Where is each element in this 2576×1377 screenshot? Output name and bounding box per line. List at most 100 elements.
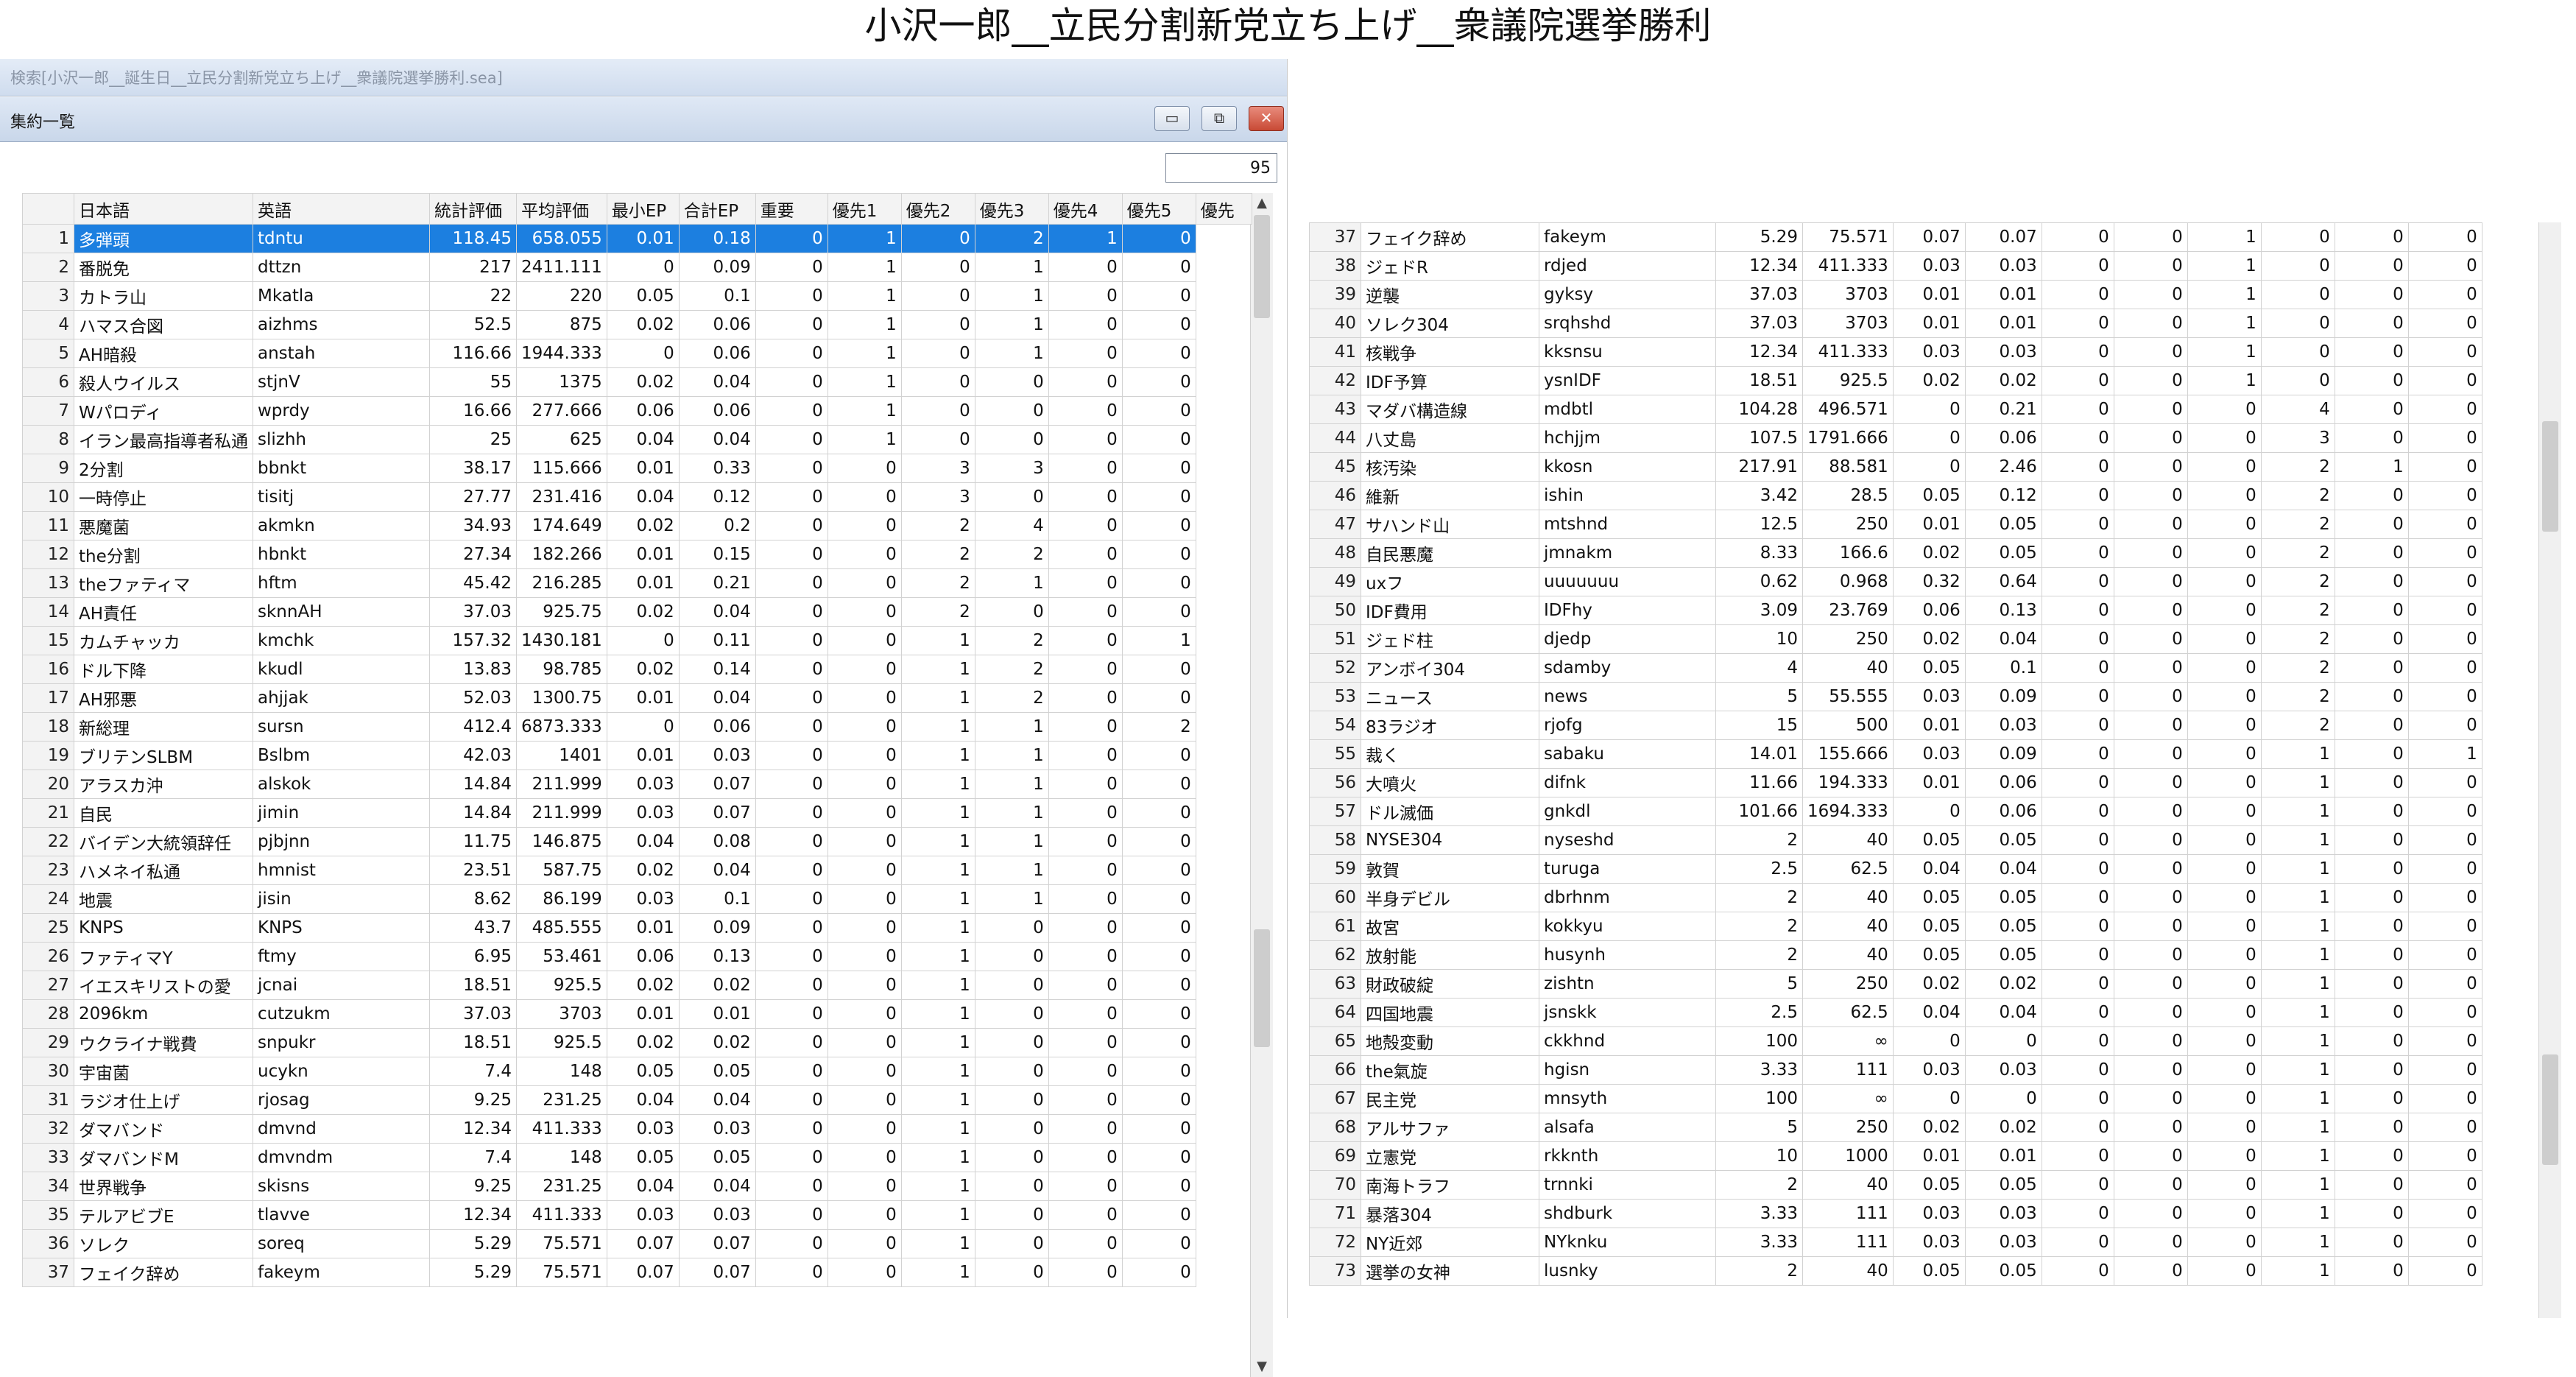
row-number-cell[interactable]: 29 — [22, 1028, 74, 1057]
table-cell[interactable]: 0.06 — [678, 712, 756, 742]
row-number-cell[interactable]: 61 — [1309, 912, 1361, 941]
table-cell[interactable]: バイデン大統領辞任 — [74, 827, 253, 856]
table-row[interactable]: 59 敦賀 turuga 2.5 62.5 0.04 0.04 0 0 0 1 0 0 — [1309, 854, 2483, 884]
table-cell[interactable]: 1300.75 — [516, 683, 607, 713]
table-cell[interactable]: 0 — [1121, 770, 1196, 799]
table-cell[interactable]: NY近郊 — [1361, 1228, 1539, 1257]
table-cell[interactable]: IDFhy — [1539, 596, 1716, 625]
table-cell[interactable]: 0 — [2334, 395, 2409, 424]
table-cell[interactable]: 0.01 — [1892, 1141, 1966, 1171]
table-cell[interactable]: 148 — [516, 1057, 607, 1086]
table-cell[interactable]: 八丈島 — [1361, 423, 1539, 453]
table-cell[interactable]: 0 — [755, 770, 828, 799]
row-number-cell[interactable]: 35 — [22, 1200, 74, 1230]
table-cell[interactable]: anstah — [253, 339, 430, 368]
table-cell[interactable]: 0.02 — [606, 1028, 680, 1057]
table-cell[interactable]: 0 — [974, 1229, 1049, 1258]
row-number-cell[interactable]: 71 — [1309, 1199, 1361, 1228]
table-row[interactable]: 28 2096km cutzukm 37.03 3703 0.01 0.01 0 0 1 0 0 0 — [22, 999, 1252, 1029]
table-cell[interactable]: 0 — [2113, 538, 2188, 568]
table-cell[interactable]: 1 — [974, 568, 1049, 598]
table-cell[interactable]: hmnist — [253, 856, 430, 885]
table-cell[interactable]: 1375 — [516, 367, 607, 397]
table-cell[interactable]: 暴落304 — [1361, 1199, 1539, 1228]
table-cell[interactable]: 62.5 — [1802, 854, 1894, 884]
table-row[interactable]: 44 八丈島 hchjjm 107.5 1791.666 0 0.06 0 0 0 3 0 0 — [1309, 423, 2483, 453]
table-cell[interactable]: 0 — [1048, 884, 1123, 914]
row-number-cell[interactable]: 31 — [22, 1085, 74, 1115]
table-cell[interactable]: 0.04 — [1892, 854, 1966, 884]
table-cell[interactable]: 0 — [1121, 1114, 1196, 1144]
table-cell[interactable]: 0 — [1121, 253, 1196, 282]
column-header[interactable]: 最小EP — [606, 193, 680, 225]
table-cell[interactable]: 0 — [2407, 1199, 2483, 1228]
table-cell[interactable]: 11.75 — [429, 827, 517, 856]
table-cell[interactable]: 0.06 — [678, 396, 756, 426]
table-cell[interactable]: ∞ — [1802, 1026, 1894, 1056]
table-cell[interactable]: 0.04 — [678, 425, 756, 454]
table-cell[interactable]: 7.4 — [429, 1143, 517, 1172]
table-cell[interactable]: 0.04 — [606, 1172, 680, 1201]
table-cell[interactable]: 0 — [2260, 280, 2335, 309]
table-cell[interactable]: 0 — [1892, 452, 1966, 482]
table-cell[interactable]: 核戦争 — [1361, 337, 1539, 367]
table-cell[interactable]: 0.04 — [606, 1085, 680, 1115]
table-cell[interactable]: 宇宙菌 — [74, 1057, 253, 1086]
row-number-cell[interactable]: 8 — [22, 425, 74, 454]
table-cell[interactable]: 0 — [2187, 1141, 2262, 1171]
table-cell[interactable]: 1 — [900, 798, 975, 828]
table-cell[interactable]: difnk — [1539, 768, 1716, 797]
table-cell[interactable]: 5 — [1715, 1113, 1803, 1142]
table-cell[interactable]: 0.01 — [606, 999, 680, 1029]
table-cell[interactable]: 0 — [755, 511, 828, 540]
table-cell[interactable]: 0.05 — [606, 1143, 680, 1172]
table-cell[interactable]: 0 — [974, 1028, 1049, 1057]
row-number-cell[interactable]: 44 — [1309, 423, 1361, 453]
row-number-cell[interactable]: 10 — [22, 482, 74, 512]
table-cell[interactable]: ジェド柱 — [1361, 624, 1539, 654]
table-cell[interactable]: rjofg — [1539, 711, 1716, 740]
table-cell[interactable]: 12.34 — [1715, 337, 1803, 367]
table-cell[interactable]: 3703 — [1802, 309, 1894, 338]
table-cell[interactable]: 0 — [827, 626, 902, 655]
table-row[interactable]: 51 ジェド柱 djedp 10 250 0.02 0.04 0 0 0 2 0 0 — [1309, 624, 2483, 654]
table-cell[interactable]: 自民 — [74, 798, 253, 828]
table-row[interactable]: 50 IDF費用 IDFhy 3.09 23.769 0.06 0.13 0 0 0 2 0 0 — [1309, 596, 2483, 625]
row-number-cell[interactable]: 69 — [1309, 1141, 1361, 1171]
table-cell[interactable]: 0.04 — [678, 367, 756, 397]
table-cell[interactable]: 28.5 — [1802, 481, 1894, 510]
table-cell[interactable]: ウクライナ戦費 — [74, 1028, 253, 1057]
table-cell[interactable]: dbrhnm — [1539, 883, 1716, 912]
table-cell[interactable]: 0.01 — [1892, 768, 1966, 797]
table-cell[interactable]: pjbjnn — [253, 827, 430, 856]
table-cell[interactable]: 0.07 — [1964, 222, 2042, 252]
table-cell[interactable]: 0 — [1048, 1143, 1123, 1172]
table-cell[interactable]: 0 — [2041, 510, 2114, 539]
table-cell[interactable]: 40 — [1802, 825, 1894, 855]
table-cell[interactable]: 0.03 — [678, 741, 756, 770]
table-cell[interactable]: wprdy — [253, 396, 430, 426]
table-cell[interactable]: fakeym — [1539, 222, 1716, 252]
table-cell[interactable]: 0 — [2187, 1113, 2262, 1142]
table-cell[interactable]: 1 — [900, 1057, 975, 1086]
row-number-cell[interactable]: 16 — [22, 655, 74, 684]
table-cell[interactable]: 0.02 — [606, 367, 680, 397]
table-cell[interactable]: 0 — [974, 942, 1049, 971]
table-cell[interactable]: ダマバンド — [74, 1114, 253, 1144]
table-cell[interactable]: 0.05 — [1892, 653, 1966, 683]
table-cell[interactable]: 0.04 — [678, 856, 756, 885]
table-row[interactable]: 18 新総理 sursn 412.4 6873.333 0 0.06 0 0 1 1 0 2 — [22, 712, 1252, 742]
table-cell[interactable]: 核汚染 — [1361, 452, 1539, 482]
table-cell[interactable]: 3 — [900, 482, 975, 512]
table-cell[interactable]: ドル下降 — [74, 655, 253, 684]
table-cell[interactable]: 0.05 — [606, 1057, 680, 1086]
table-cell[interactable]: shdburk — [1539, 1199, 1716, 1228]
table-cell[interactable]: 37.03 — [1715, 280, 1803, 309]
row-number-cell[interactable]: 11 — [22, 511, 74, 540]
table-cell[interactable]: 0 — [1048, 798, 1123, 828]
row-number-cell[interactable]: 36 — [22, 1229, 74, 1258]
table-cell[interactable]: 0 — [2113, 1170, 2188, 1200]
table-cell[interactable]: 0 — [2187, 395, 2262, 424]
table-cell[interactable]: 四国地震 — [1361, 998, 1539, 1027]
table-cell[interactable]: NYSE304 — [1361, 825, 1539, 855]
